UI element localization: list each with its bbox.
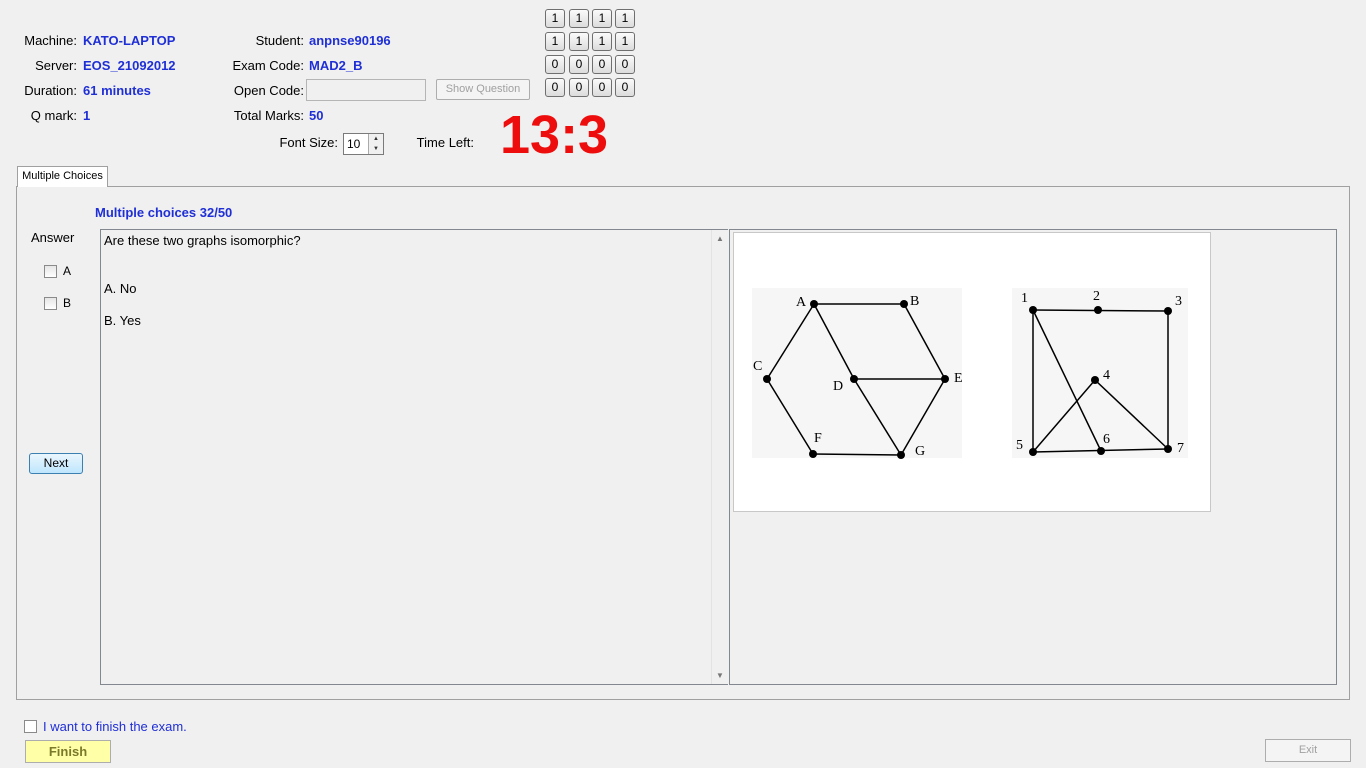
font-size-label: Font Size:	[279, 135, 338, 150]
node-label: 7	[1177, 441, 1184, 456]
digit-button[interactable]: 0	[615, 78, 635, 97]
finish-button[interactable]: Finish	[25, 740, 111, 763]
font-size-value: 10	[347, 137, 361, 151]
vertical-scrollbar[interactable]: ▲ ▼	[711, 230, 728, 684]
digit-button[interactable]: 1	[545, 32, 565, 51]
total-marks-value: 50	[309, 108, 324, 123]
node-label: 3	[1175, 294, 1182, 309]
node-label: D	[833, 379, 843, 394]
node-label: E	[954, 371, 963, 386]
question-text: Are these two graphs isomorphic?	[104, 233, 301, 248]
show-question-button[interactable]: Show Question	[436, 79, 530, 100]
graph-image: A B C D E F G 1 2 3 4 5 6 7	[733, 232, 1211, 512]
node-label: 5	[1016, 438, 1023, 453]
question-image-area: A B C D E F G 1 2 3 4 5 6 7	[729, 229, 1337, 685]
answer-option-label: A	[63, 264, 72, 278]
digit-button[interactable]: 0	[615, 55, 635, 74]
node-label: B	[910, 294, 919, 309]
student-value: anpnse90196	[309, 33, 391, 48]
digit-button[interactable]: 1	[545, 9, 565, 28]
answer-checkbox-b[interactable]	[44, 297, 57, 310]
digit-button[interactable]: 0	[545, 78, 565, 97]
spin-down-icon[interactable]: ▼	[368, 144, 383, 154]
time-left-label: Time Left:	[416, 135, 474, 150]
qmark-label: Q mark:	[30, 108, 77, 123]
tab-multiple-choices[interactable]: Multiple Choices	[17, 166, 108, 187]
node-label: 4	[1103, 368, 1110, 383]
digit-button[interactable]: 0	[569, 78, 589, 97]
question-text-area[interactable]: Are these two graphs isomorphic? A. No B…	[100, 229, 728, 685]
exam-code-label: Exam Code:	[232, 58, 304, 73]
server-value: EOS_21092012	[83, 58, 176, 73]
finish-exam-label: I want to finish the exam.	[43, 719, 187, 734]
question-option: A. No	[104, 281, 137, 296]
node-label: F	[814, 431, 822, 446]
digit-button[interactable]: 0	[592, 78, 612, 97]
scroll-up-icon[interactable]: ▲	[712, 234, 728, 243]
student-label: Student:	[255, 33, 304, 48]
answer-option-label: B	[63, 296, 72, 310]
duration-label: Duration:	[24, 83, 77, 98]
question-option: B. Yes	[104, 313, 141, 328]
time-left-value: 13:3	[500, 105, 609, 165]
answer-checkbox-a[interactable]	[44, 265, 57, 278]
duration-value: 61 minutes	[83, 83, 151, 98]
finish-exam-checkbox[interactable]	[24, 720, 37, 733]
digit-button[interactable]: 1	[615, 9, 635, 28]
node-label: 6	[1103, 432, 1110, 447]
node-label: 1	[1021, 291, 1028, 306]
digit-button[interactable]: 1	[592, 9, 612, 28]
digit-button[interactable]: 1	[569, 9, 589, 28]
digit-button[interactable]: 1	[592, 32, 612, 51]
digit-button[interactable]: 1	[615, 32, 635, 51]
qmark-value: 1	[83, 108, 91, 123]
scroll-down-icon[interactable]: ▼	[712, 671, 728, 680]
open-code-label: Open Code:	[233, 83, 304, 98]
node-label: A	[796, 295, 807, 310]
next-button[interactable]: Next	[29, 453, 83, 474]
spin-up-icon[interactable]: ▲	[368, 134, 383, 144]
digit-button[interactable]: 0	[545, 55, 565, 74]
node-label: C	[753, 359, 762, 374]
server-label: Server:	[35, 58, 77, 73]
node-label: 2	[1093, 289, 1100, 304]
digit-button[interactable]: 1	[569, 32, 589, 51]
exam-code-value: MAD2_B	[309, 58, 363, 73]
machine-label: Machine:	[24, 33, 77, 48]
node-label: G	[915, 444, 925, 459]
answer-label: Answer	[31, 230, 75, 245]
exit-button[interactable]: Exit	[1265, 739, 1351, 762]
graphs-diagram: A B C D E F G 1 2 3 4 5 6 7	[752, 288, 1188, 459]
font-size-stepper[interactable]: 10 ▲ ▼	[343, 133, 384, 155]
open-code-input[interactable]	[306, 79, 426, 101]
question-header: Multiple choices 32/50	[95, 205, 233, 220]
total-marks-label: Total Marks:	[233, 108, 304, 123]
digit-button[interactable]: 0	[592, 55, 612, 74]
machine-value: KATO-LAPTOP	[83, 33, 176, 48]
digit-button[interactable]: 0	[569, 55, 589, 74]
